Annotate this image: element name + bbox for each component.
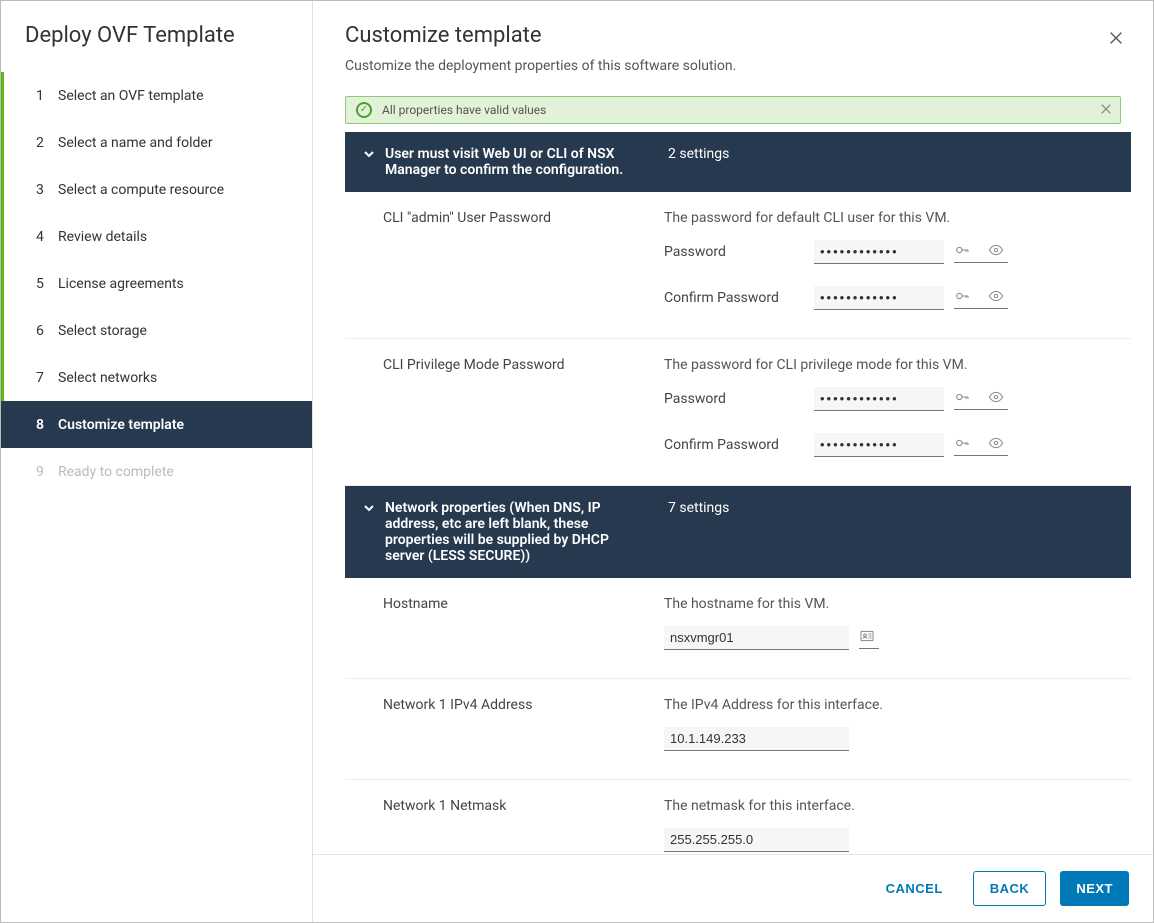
dismiss-validation-icon[interactable] xyxy=(1100,103,1112,118)
property-label: Hostname xyxy=(383,596,648,650)
confirm-password-input[interactable] xyxy=(814,433,944,457)
step-number: 3 xyxy=(36,182,58,198)
key-icon[interactable] xyxy=(954,389,970,405)
properties-scroll[interactable]: User must visit Web UI or CLI of NSX Man… xyxy=(313,132,1147,854)
property-row: CLI "admin" User Password The password fo… xyxy=(345,192,1131,339)
eye-icon[interactable] xyxy=(988,242,1004,258)
property-description: The password for default CLI user for th… xyxy=(664,210,1113,226)
step-number: 7 xyxy=(36,370,58,386)
property-body: The password for CLI privilege mode for … xyxy=(664,357,1113,457)
property-label: Network 1 Netmask xyxy=(383,798,648,852)
confirm-password-line: Confirm Password xyxy=(664,433,1113,457)
wizard-step-9: 9Ready to complete xyxy=(1,448,312,495)
wizard-sidebar: Deploy OVF Template 1Select an OVF templ… xyxy=(1,1,313,922)
password-label: Password xyxy=(664,244,814,260)
property-body: The netmask for this interface. xyxy=(664,798,1113,852)
step-label: Select networks xyxy=(58,370,157,386)
section-count: 7 settings xyxy=(668,500,729,564)
wizard-step-3[interactable]: 3Select a compute resource xyxy=(1,166,312,213)
key-icon[interactable] xyxy=(954,435,970,451)
confirm-password-line: Confirm Password xyxy=(664,286,1113,310)
wizard-step-4[interactable]: 4Review details xyxy=(1,213,312,260)
property-description: The IPv4 Address for this interface. xyxy=(664,697,1113,713)
property-body: The IPv4 Address for this interface. xyxy=(664,697,1113,751)
confirm-password-input[interactable] xyxy=(814,286,944,310)
password-label: Password xyxy=(664,391,814,407)
eye-icon[interactable] xyxy=(988,389,1004,405)
wizard-step-5[interactable]: 5License agreements xyxy=(1,260,312,307)
property-label: CLI "admin" User Password xyxy=(383,210,648,310)
step-number: 1 xyxy=(36,88,58,104)
wizard-step-6[interactable]: 6Select storage xyxy=(1,307,312,354)
wizard-steps: 1Select an OVF template2Select a name an… xyxy=(1,72,312,495)
step-label: Select an OVF template xyxy=(58,88,204,104)
step-number: 6 xyxy=(36,323,58,339)
wizard-step-7[interactable]: 7Select networks xyxy=(1,354,312,401)
main-panel: Customize template Customize the deploym… xyxy=(313,1,1153,922)
section-header[interactable]: User must visit Web UI or CLI of NSX Man… xyxy=(345,132,1131,192)
step-label: Select storage xyxy=(58,323,147,339)
step-number: 2 xyxy=(36,135,58,151)
cancel-button[interactable]: CANCEL xyxy=(870,871,959,906)
chevron-down-icon xyxy=(363,502,375,518)
back-button[interactable]: BACK xyxy=(973,871,1047,906)
next-button[interactable]: NEXT xyxy=(1060,871,1129,906)
modal-body: Deploy OVF Template 1Select an OVF templ… xyxy=(1,1,1153,922)
confirm-password-label: Confirm Password xyxy=(664,437,814,453)
confirm-password-label: Confirm Password xyxy=(664,290,814,306)
property-row: Network 1 IPv4 Address The IPv4 Address f… xyxy=(345,679,1131,780)
step-label: Select a name and folder xyxy=(58,135,213,151)
property-row: CLI Privilege Mode Password The password … xyxy=(345,339,1131,486)
text-input[interactable] xyxy=(664,727,849,751)
sidebar-title: Deploy OVF Template xyxy=(1,23,312,72)
step-number: 5 xyxy=(36,276,58,292)
wizard-step-8[interactable]: 8Customize template xyxy=(1,401,312,448)
eye-icon[interactable] xyxy=(988,288,1004,304)
step-number: 9 xyxy=(36,464,58,480)
property-label: Network 1 IPv4 Address xyxy=(383,697,648,751)
key-icon[interactable] xyxy=(954,288,970,304)
step-number: 4 xyxy=(36,229,58,245)
key-icon[interactable] xyxy=(954,242,970,258)
eye-icon[interactable] xyxy=(988,435,1004,451)
section-header[interactable]: Network properties (When DNS, IP address… xyxy=(345,486,1131,578)
main-header: Customize template Customize the deploym… xyxy=(313,1,1153,88)
property-description: The hostname for this VM. xyxy=(664,596,1113,612)
password-input[interactable] xyxy=(814,240,944,264)
deploy-ovf-modal: Deploy OVF Template 1Select an OVF templ… xyxy=(0,0,1154,923)
text-input[interactable] xyxy=(664,626,849,650)
section-title: User must visit Web UI or CLI of NSX Man… xyxy=(385,146,643,178)
property-body: The hostname for this VM. xyxy=(664,596,1113,650)
step-label: Ready to complete xyxy=(58,464,174,480)
property-row: Network 1 Netmask The netmask for this in… xyxy=(345,780,1131,854)
step-label: Review details xyxy=(58,229,147,245)
contact-card-icon[interactable] xyxy=(859,628,875,644)
step-number: 8 xyxy=(36,417,58,433)
validation-text: All properties have valid values xyxy=(382,103,546,117)
password-line: Password xyxy=(664,240,1113,264)
step-label: Select a compute resource xyxy=(58,182,224,198)
validation-bar: ✓ All properties have valid values xyxy=(345,96,1121,124)
page-title: Customize template xyxy=(345,23,1121,48)
check-circle-icon: ✓ xyxy=(356,102,372,118)
section-title: Network properties (When DNS, IP address… xyxy=(385,500,643,564)
wizard-step-2[interactable]: 2Select a name and folder xyxy=(1,119,312,166)
text-input[interactable] xyxy=(664,828,849,852)
password-line: Password xyxy=(664,387,1113,411)
password-input[interactable] xyxy=(814,387,944,411)
property-description: The password for CLI privilege mode for … xyxy=(664,357,1113,373)
step-label: Customize template xyxy=(58,417,184,433)
property-row: Hostname The hostname for this VM. xyxy=(345,578,1131,679)
section-count: 2 settings xyxy=(668,146,729,178)
step-label: License agreements xyxy=(58,276,184,292)
property-body: The password for default CLI user for th… xyxy=(664,210,1113,310)
property-description: The netmask for this interface. xyxy=(664,798,1113,814)
close-icon[interactable] xyxy=(1107,29,1127,49)
wizard-step-1[interactable]: 1Select an OVF template xyxy=(1,72,312,119)
wizard-footer: CANCEL BACK NEXT xyxy=(313,854,1153,922)
property-label: CLI Privilege Mode Password xyxy=(383,357,648,457)
chevron-down-icon xyxy=(363,148,375,164)
page-subtitle: Customize the deployment properties of t… xyxy=(345,58,1121,74)
